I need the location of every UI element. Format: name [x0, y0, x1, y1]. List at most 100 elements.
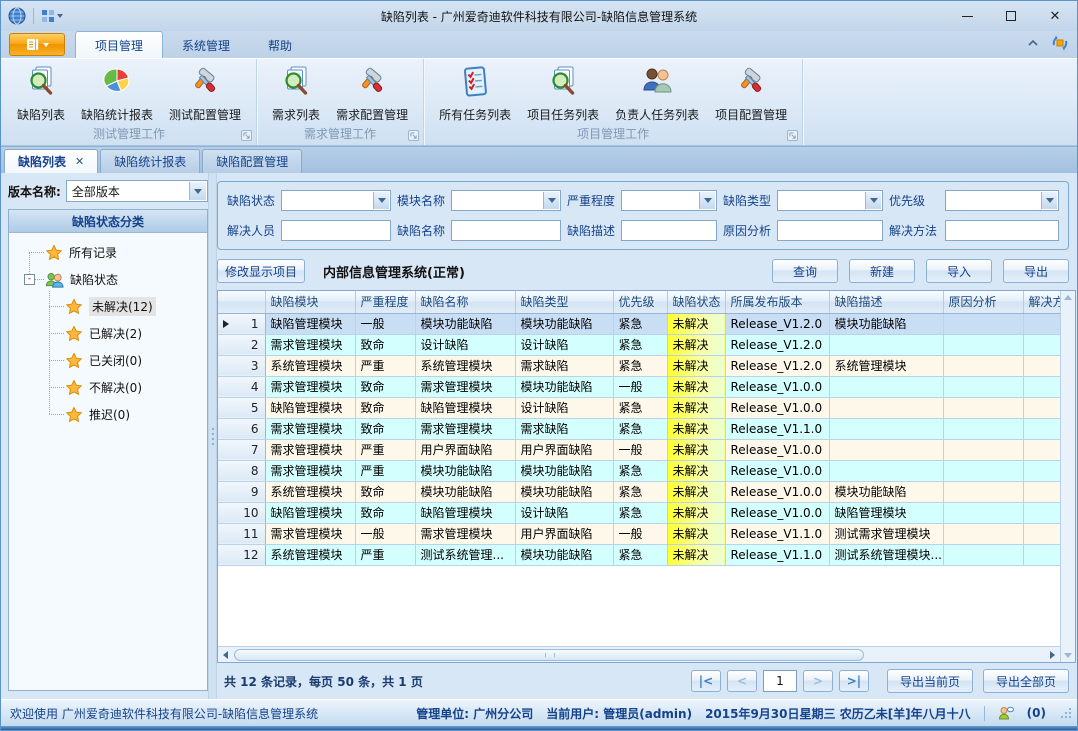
- grid-cell[interactable]: Release_V1.0.0: [725, 376, 829, 397]
- grid-cell[interactable]: 缺陷管理模块: [265, 502, 355, 523]
- grid-cell[interactable]: Release_V1.2.0: [725, 334, 829, 355]
- ribbon-button-test-config[interactable]: 测试配置管理: [161, 62, 249, 123]
- tree-item-closed[interactable]: 已关闭(0): [9, 347, 207, 374]
- grid-cell[interactable]: 致命: [355, 334, 415, 355]
- ribbon-button-defect-stats-report[interactable]: 缺陷统计报表: [73, 62, 161, 123]
- grid-cell[interactable]: 一般: [355, 313, 415, 334]
- grid-cell[interactable]: Release_V1.0.0: [725, 481, 829, 502]
- version-select[interactable]: 全部版本: [66, 180, 208, 202]
- ribbon-tab-system-mgmt[interactable]: 系统管理: [163, 32, 249, 58]
- grid-cell[interactable]: 未解决: [667, 397, 725, 418]
- grid-cell[interactable]: 紧急: [613, 481, 667, 502]
- grid-cell[interactable]: Release_V1.0.0: [725, 397, 829, 418]
- table-row[interactable]: 5缺陷管理模块致命缺陷管理模块设计缺陷紧急未解决Release_V1.0.0: [218, 397, 1060, 418]
- grid-cell[interactable]: 致命: [355, 481, 415, 502]
- dropdown-button[interactable]: [373, 192, 389, 209]
- grid-cell[interactable]: [1023, 313, 1060, 334]
- grid-cell[interactable]: [943, 439, 1023, 460]
- export-button[interactable]: 导出: [1003, 259, 1069, 283]
- grid-cell[interactable]: [1023, 355, 1060, 376]
- tree-item-defect-status[interactable]: - 缺陷状态: [9, 266, 207, 293]
- filter-dropdown-severity[interactable]: [621, 190, 717, 211]
- grid-cell[interactable]: [829, 439, 943, 460]
- grid-cell[interactable]: [943, 481, 1023, 502]
- ribbon-button-defect-list[interactable]: 缺陷列表: [9, 62, 73, 123]
- grid-cell[interactable]: [829, 334, 943, 355]
- grid-cell[interactable]: 需求管理模块: [265, 460, 355, 481]
- grid-cell[interactable]: 系统管理模块: [265, 544, 355, 565]
- grid-cell[interactable]: [943, 334, 1023, 355]
- grid-cell[interactable]: 需求缺陷: [515, 418, 613, 439]
- grid-cell[interactable]: 致命: [355, 376, 415, 397]
- table-row[interactable]: 11需求管理模块一般需求管理模块用户界面缺陷一般未解决Release_V1.1.…: [218, 523, 1060, 544]
- document-tab-defect-config[interactable]: 缺陷配置管理: [202, 149, 302, 173]
- grid-cell[interactable]: [1023, 523, 1060, 544]
- grid-cell[interactable]: [943, 418, 1023, 439]
- grid-cell[interactable]: 需求管理模块: [265, 439, 355, 460]
- export-all-pages-button[interactable]: 导出全部页: [983, 669, 1069, 693]
- import-button[interactable]: 导入: [926, 259, 992, 283]
- table-row[interactable]: 6需求管理模块致命需求管理模块需求缺陷紧急未解决Release_V1.1.0: [218, 418, 1060, 439]
- grid-cell[interactable]: 缺陷管理模块: [415, 502, 515, 523]
- tree-item-unresolved[interactable]: 未解决(12): [9, 293, 207, 320]
- grid-cell[interactable]: 紧急: [613, 313, 667, 334]
- grid-cell[interactable]: 致命: [355, 397, 415, 418]
- dialog-launcher-icon[interactable]: [408, 130, 419, 141]
- grid-cell[interactable]: 未解决: [667, 523, 725, 544]
- grid-cell[interactable]: 未解决: [667, 418, 725, 439]
- grid-cell[interactable]: 未解决: [667, 544, 725, 565]
- grid-cell[interactable]: 紧急: [613, 544, 667, 565]
- filter-dropdown-defect-type[interactable]: [777, 190, 883, 211]
- scroll-down-icon[interactable]: [1064, 653, 1072, 658]
- ribbon-button-requirement-config[interactable]: 需求配置管理: [328, 62, 416, 123]
- grid-cell[interactable]: [1023, 502, 1060, 523]
- grid-cell[interactable]: [1023, 376, 1060, 397]
- grid-cell[interactable]: [943, 397, 1023, 418]
- grid-cell[interactable]: [829, 460, 943, 481]
- grid-cell[interactable]: 未解决: [667, 355, 725, 376]
- grid-cell[interactable]: 致命: [355, 418, 415, 439]
- scroll-right-icon[interactable]: [1045, 651, 1060, 659]
- collapse-node-icon[interactable]: -: [24, 274, 35, 285]
- document-tab-defect-list[interactable]: 缺陷列表✕: [4, 149, 98, 173]
- collapse-ribbon-icon[interactable]: [1027, 39, 1039, 47]
- grid-cell[interactable]: [1023, 481, 1060, 502]
- grid-cell[interactable]: 紧急: [613, 334, 667, 355]
- close-button[interactable]: ✕: [1033, 1, 1077, 31]
- ribbon-button-project-tasks[interactable]: 项目任务列表: [519, 62, 607, 123]
- export-current-page-button[interactable]: 导出当前页: [887, 669, 973, 693]
- row-header-cell[interactable]: 3: [218, 355, 265, 376]
- filter-text-cause-analysis[interactable]: [777, 220, 883, 241]
- grid-cell[interactable]: 模块功能缺陷: [829, 313, 943, 334]
- table-row[interactable]: 9系统管理模块致命模块功能缺陷模块功能缺陷紧急未解决Release_V1.0.0…: [218, 481, 1060, 502]
- grid-cell[interactable]: 测试系统管理模块...: [829, 544, 943, 565]
- grid-cell[interactable]: 未解决: [667, 460, 725, 481]
- ribbon-button-project-config[interactable]: 项目配置管理: [707, 62, 795, 123]
- sync-icon[interactable]: [1051, 34, 1069, 52]
- new-button[interactable]: 新建: [849, 259, 915, 283]
- row-header-cell[interactable]: 6: [218, 418, 265, 439]
- grid-cell[interactable]: 模块功能缺陷: [515, 460, 613, 481]
- application-menu-button[interactable]: [9, 33, 65, 56]
- row-header-cell[interactable]: 7: [218, 439, 265, 460]
- grid-cell[interactable]: 一般: [355, 523, 415, 544]
- grid-cell[interactable]: 一般: [613, 439, 667, 460]
- grid-cell[interactable]: 设计缺陷: [515, 397, 613, 418]
- grid-cell[interactable]: 模块功能缺陷: [829, 481, 943, 502]
- ribbon-tab-project-mgmt[interactable]: 项目管理: [75, 31, 163, 58]
- tree-item-postponed[interactable]: 推迟(0): [9, 401, 207, 428]
- filter-dropdown-defect-status[interactable]: [281, 190, 391, 211]
- column-header[interactable]: 所属发布版本: [725, 291, 829, 313]
- grid-cell[interactable]: 系统管理模块: [829, 355, 943, 376]
- quick-access-icon[interactable]: [41, 9, 63, 23]
- grid-cell[interactable]: 紧急: [613, 460, 667, 481]
- grid-cell[interactable]: 设计缺陷: [515, 334, 613, 355]
- ribbon-tab-help[interactable]: 帮助: [249, 32, 311, 58]
- tree-item-all-records[interactable]: 所有记录: [9, 239, 207, 266]
- table-row[interactable]: 10缺陷管理模块致命缺陷管理模块设计缺陷紧急未解决Release_V1.0.0缺…: [218, 502, 1060, 523]
- next-page-button[interactable]: >: [803, 670, 833, 692]
- grid-cell[interactable]: [943, 376, 1023, 397]
- grid-cell[interactable]: 严重: [355, 439, 415, 460]
- dropdown-button[interactable]: [189, 182, 206, 200]
- grid-cell[interactable]: Release_V1.1.0: [725, 418, 829, 439]
